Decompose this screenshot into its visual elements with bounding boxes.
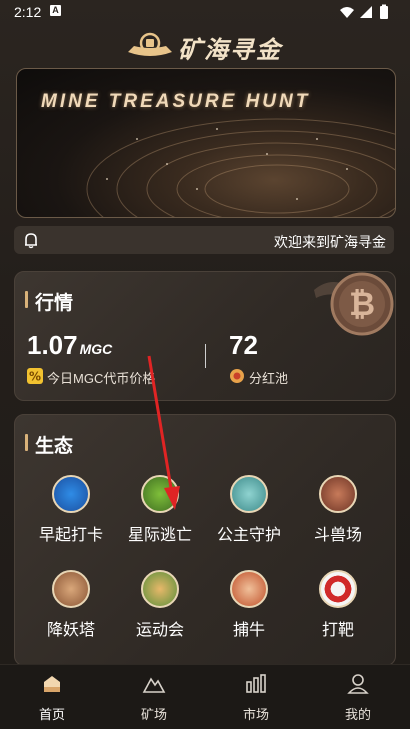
eco-item-label: 运动会 (135, 622, 184, 639)
eco-item-label: 斗兽场 (313, 527, 362, 544)
wifi-icon (340, 7, 354, 18)
tab-label: 首页 (38, 707, 65, 722)
notice-bar[interactable]: 欢迎来到矿海寻金 (14, 226, 394, 254)
eco-item-shooting[interactable]: 打靶 (290, 570, 386, 640)
home-icon (44, 676, 60, 692)
mgc-price: 1.07 MGC (27, 330, 112, 361)
flower-icon (229, 368, 245, 389)
tab-label: 矿场 (140, 707, 167, 722)
tab-profile[interactable]: 我的 (318, 673, 398, 723)
mgc-price-label: 今日MGC代币价格 (47, 371, 156, 386)
notice-text: 欢迎来到矿海寻金 (274, 234, 386, 250)
section-accent-bar (25, 291, 28, 308)
mgc-price-value: 1.07 (27, 330, 78, 360)
app-header: 矿海寻金 (0, 24, 410, 64)
eco-item-sports-meet[interactable]: 运动会 (112, 570, 208, 640)
hero-banner[interactable]: MINE TREASURE HUNT (16, 68, 396, 218)
tab-label: 市场 (242, 707, 269, 722)
bell-icon (22, 231, 40, 254)
eco-item-demon-tower[interactable]: 降妖塔 (23, 570, 119, 640)
status-icons (338, 4, 398, 25)
mgc-price-unit: MGC (79, 341, 113, 357)
tab-mine[interactable]: 矿场 (114, 673, 194, 723)
princess-guard-icon (230, 475, 268, 513)
divider (205, 344, 206, 368)
eco-item-label: 星际逃亡 (127, 527, 192, 544)
status-time: 2:12 (14, 4, 42, 20)
ecology-card: 生态 早起打卡 星际逃亡 公主守护 斗兽场 降妖塔 运动会 捕牛 打靶 (14, 414, 396, 666)
tab-label: 我的 (344, 707, 371, 722)
ecology-title: 生态 (35, 436, 74, 457)
eco-item-label: 公主守护 (216, 527, 281, 544)
signal-icon (360, 6, 372, 18)
star-escape-icon (141, 475, 179, 513)
banner-title: MINE TREASURE HUNT (41, 91, 311, 112)
section-accent-bar (25, 434, 28, 451)
battery-icon (380, 4, 388, 19)
catch-bull-icon (230, 570, 268, 608)
eco-item-catch-bull[interactable]: 捕牛 (201, 570, 297, 640)
eco-item-label: 早起打卡 (38, 527, 103, 544)
notification-badge-icon: A (50, 5, 61, 16)
demon-tower-icon (52, 570, 90, 608)
shooting-target-icon (319, 570, 357, 608)
percent-icon: % (27, 368, 43, 389)
eco-item-arena[interactable]: 斗兽场 (290, 475, 386, 545)
arena-icon (319, 475, 357, 513)
eco-item-label: 捕牛 (232, 622, 265, 639)
eco-item-princess-guard[interactable]: 公主守护 (201, 475, 297, 545)
status-bar: 2:12 A (0, 0, 410, 24)
svg-text:%: % (29, 370, 41, 384)
bottom-tab-bar: 首页 矿场 市场 我的 (0, 664, 410, 729)
user-icon (347, 674, 369, 694)
eco-item-star-escape[interactable]: 星际逃亡 (112, 475, 208, 545)
dividend-pool-value: 72 (229, 330, 258, 360)
sports-meet-icon (141, 570, 179, 608)
eco-item-early-checkin[interactable]: 早起打卡 (23, 475, 119, 545)
eco-item-label: 降妖塔 (46, 622, 95, 639)
tab-home[interactable]: 首页 (12, 673, 92, 723)
market-title: 行情 (35, 293, 74, 314)
gold-ingot-logo-icon (126, 30, 174, 63)
bitcoin-coin-icon: ₿ (314, 268, 394, 345)
eco-item-label: 打靶 (321, 622, 354, 639)
early-checkin-icon (52, 475, 90, 513)
mountain-icon (142, 677, 166, 693)
dividend-pool-label: 分红池 (249, 371, 289, 386)
bar-chart-icon (246, 674, 266, 693)
app-title: 矿海寻金 (178, 37, 282, 64)
svg-text:₿: ₿ (349, 285, 375, 323)
tab-market[interactable]: 市场 (216, 673, 296, 723)
